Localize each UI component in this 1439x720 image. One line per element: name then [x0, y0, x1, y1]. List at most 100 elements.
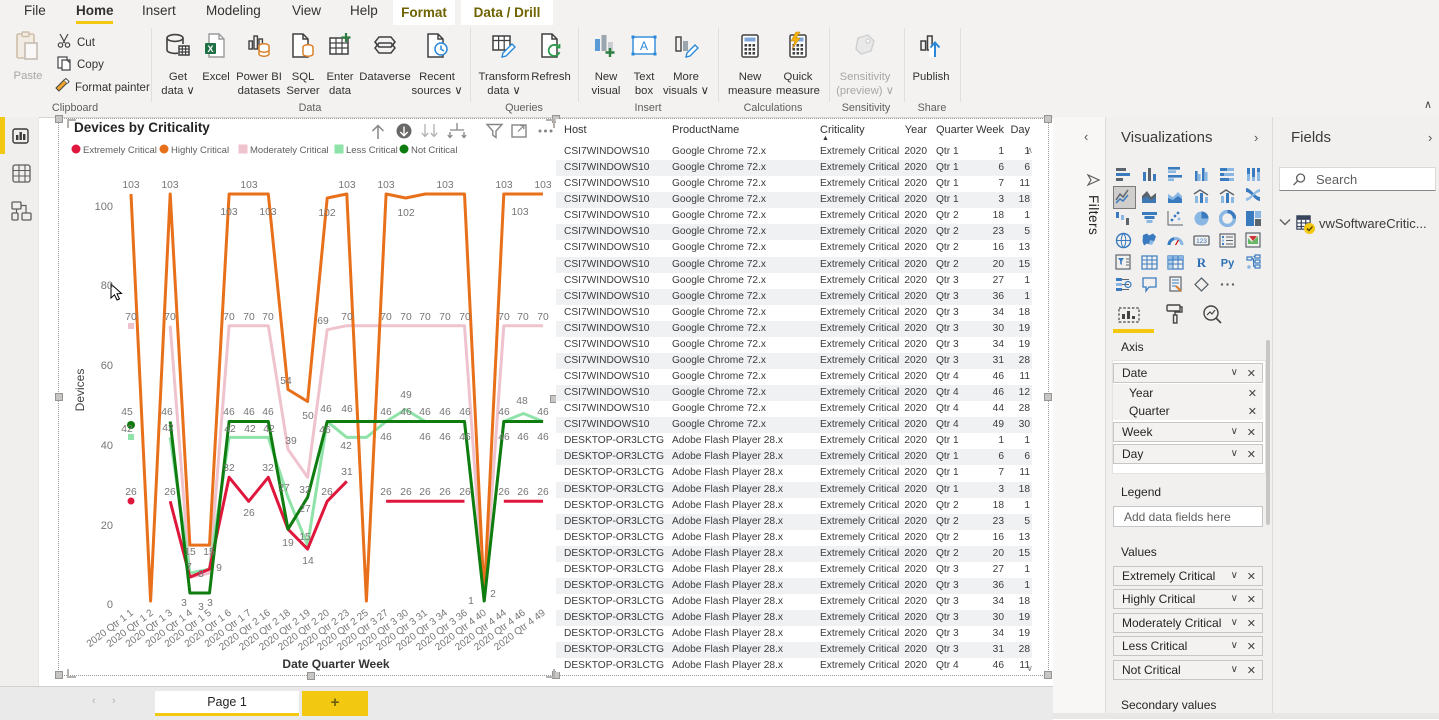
svg-text:46: 46 [223, 407, 235, 418]
svg-text:103: 103 [495, 180, 512, 191]
svg-text:46: 46 [537, 432, 549, 443]
svg-text:26: 26 [400, 487, 412, 498]
svg-text:70: 70 [262, 312, 274, 323]
svg-text:26: 26 [380, 487, 392, 498]
svg-text:15: 15 [184, 547, 196, 558]
svg-text:46: 46 [439, 407, 451, 418]
svg-text:70: 70 [517, 312, 529, 323]
svg-text:70: 70 [400, 312, 412, 323]
svg-text:60: 60 [101, 360, 113, 372]
svg-text:46: 46 [498, 432, 510, 443]
svg-text:70: 70 [380, 312, 392, 323]
svg-text:46: 46 [439, 432, 451, 443]
svg-text:103: 103 [436, 180, 453, 191]
svg-text:103: 103 [259, 207, 276, 218]
svg-text:46: 46 [380, 432, 392, 443]
svg-text:46: 46 [459, 407, 471, 418]
svg-text:42: 42 [340, 441, 352, 452]
svg-text:70: 70 [419, 312, 431, 323]
svg-text:46: 46 [320, 404, 332, 415]
svg-text:103: 103 [240, 180, 257, 191]
svg-text:26: 26 [419, 487, 431, 498]
svg-text:42: 42 [121, 424, 133, 435]
svg-text:46: 46 [380, 407, 392, 418]
svg-text:80: 80 [101, 280, 113, 292]
svg-text:R: R [1197, 255, 1207, 270]
svg-text:70: 70 [439, 312, 451, 323]
svg-text:7: 7 [186, 562, 192, 573]
svg-text:49: 49 [400, 390, 412, 401]
svg-text:32: 32 [262, 463, 274, 474]
svg-text:39: 39 [285, 436, 297, 447]
svg-text:103: 103 [122, 180, 139, 191]
svg-text:45: 45 [121, 407, 133, 418]
svg-text:46: 46 [419, 407, 431, 418]
svg-text:42: 42 [162, 423, 174, 434]
svg-text:103: 103 [338, 180, 355, 191]
svg-text:27: 27 [299, 504, 311, 515]
svg-text:123: 123 [1196, 238, 1207, 245]
svg-text:103: 103 [511, 207, 528, 218]
svg-text:103: 103 [377, 180, 394, 191]
svg-text:46: 46 [517, 432, 529, 443]
svg-text:46: 46 [419, 432, 431, 443]
svg-text:46: 46 [161, 407, 173, 418]
svg-text:X: X [207, 44, 213, 54]
svg-text:26: 26 [439, 487, 451, 498]
svg-text:32: 32 [299, 485, 311, 496]
svg-text:15: 15 [299, 532, 311, 543]
svg-text:46: 46 [459, 432, 471, 443]
svg-text:46: 46 [262, 407, 274, 418]
svg-text:70: 70 [459, 312, 471, 323]
svg-text:31: 31 [341, 467, 353, 478]
svg-text:Date Quarter Week: Date Quarter Week [282, 657, 389, 671]
svg-text:42: 42 [244, 424, 256, 435]
svg-text:32: 32 [223, 463, 235, 474]
svg-text:103: 103 [220, 207, 237, 218]
svg-text:0: 0 [107, 599, 113, 611]
svg-text:27: 27 [278, 483, 290, 494]
svg-text:102: 102 [397, 208, 414, 219]
svg-text:69: 69 [317, 316, 329, 327]
svg-text:26: 26 [537, 487, 549, 498]
svg-text:1: 1 [468, 596, 474, 607]
svg-text:46: 46 [319, 425, 331, 436]
svg-text:3: 3 [207, 598, 213, 609]
svg-text:8: 8 [198, 569, 204, 580]
svg-text:70: 70 [125, 312, 137, 323]
svg-text:15: 15 [203, 547, 215, 558]
svg-text:2: 2 [490, 589, 496, 600]
svg-text:26: 26 [517, 487, 529, 498]
svg-text:50: 50 [302, 411, 314, 422]
svg-text:Devices: Devices [73, 369, 87, 412]
svg-text:26: 26 [459, 487, 471, 498]
svg-text:46: 46 [341, 404, 353, 415]
svg-text:20: 20 [101, 520, 113, 532]
svg-text:Py: Py [1221, 258, 1235, 270]
svg-text:14: 14 [302, 556, 314, 567]
svg-text:54: 54 [280, 376, 292, 387]
svg-text:19: 19 [282, 538, 294, 549]
svg-text:46: 46 [537, 407, 549, 418]
svg-text:9: 9 [216, 563, 222, 574]
svg-text:70: 70 [537, 312, 549, 323]
svg-text:46: 46 [498, 407, 510, 418]
svg-text:3: 3 [181, 598, 187, 609]
svg-text:70: 70 [243, 312, 255, 323]
svg-text:70: 70 [498, 312, 510, 323]
svg-text:70: 70 [164, 312, 176, 323]
svg-text:40: 40 [101, 440, 113, 452]
svg-text:26: 26 [243, 508, 255, 519]
svg-text:103: 103 [534, 180, 551, 191]
svg-text:46: 46 [400, 407, 412, 418]
svg-text:26: 26 [498, 487, 510, 498]
svg-text:46: 46 [243, 407, 255, 418]
svg-text:48: 48 [516, 396, 528, 407]
svg-text:26: 26 [125, 487, 137, 498]
svg-text:26: 26 [164, 487, 176, 498]
svg-text:100: 100 [95, 201, 113, 213]
svg-text:42: 42 [263, 424, 275, 435]
svg-text:70: 70 [341, 312, 353, 323]
svg-text:70: 70 [223, 312, 235, 323]
svg-text:26: 26 [321, 487, 333, 498]
